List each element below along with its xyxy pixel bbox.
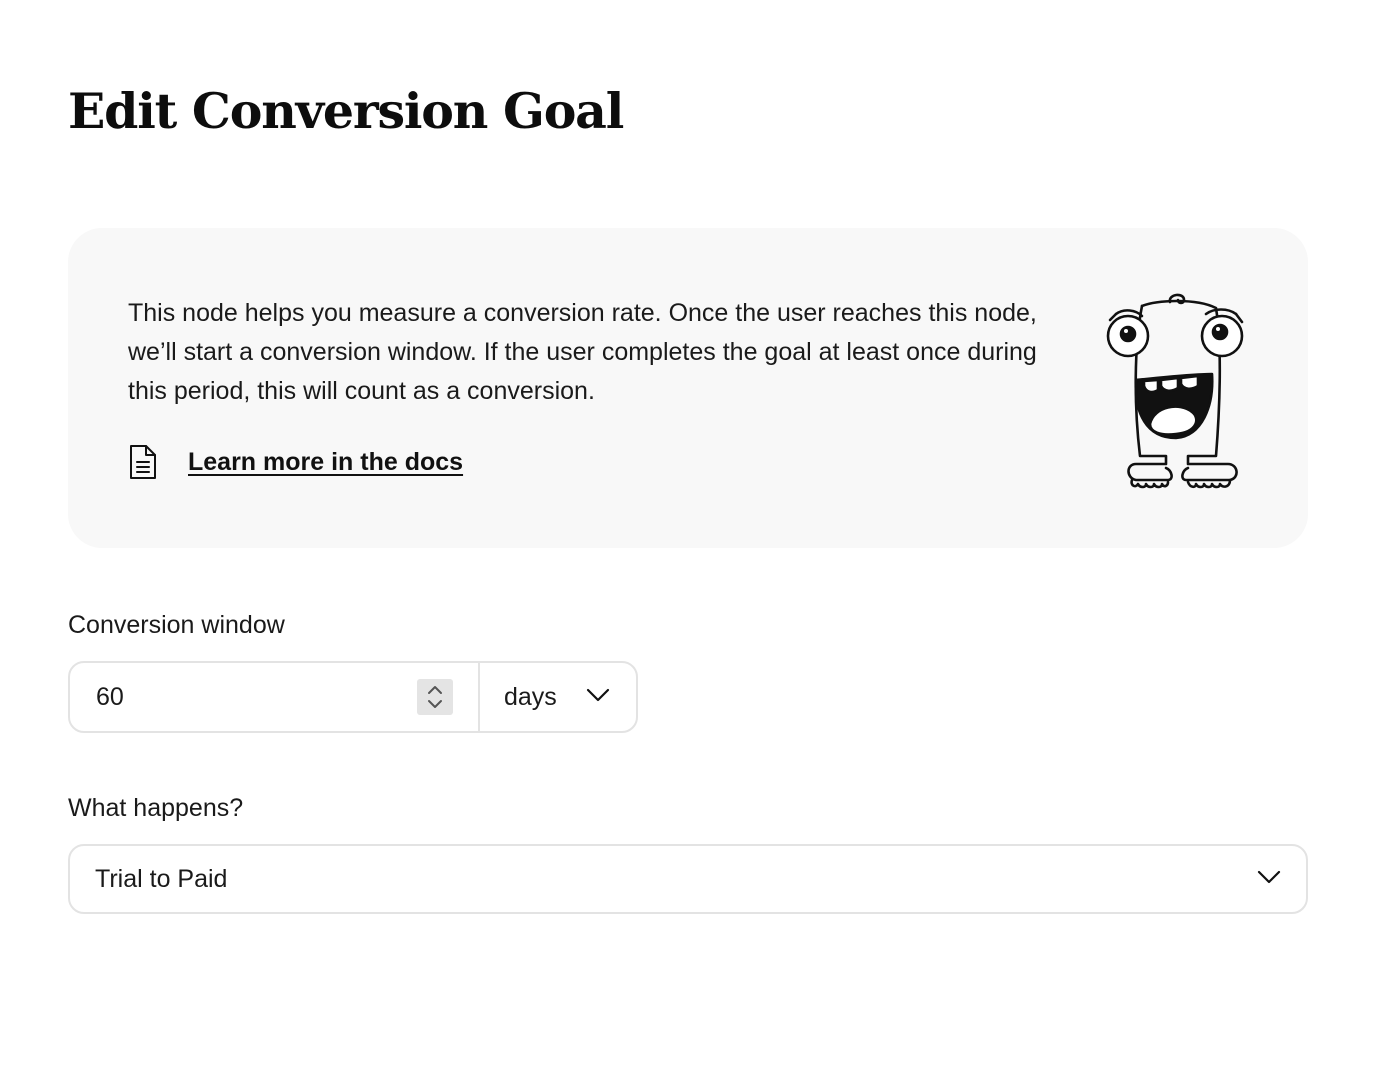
what-happens-label: What happens? [68,794,244,822]
monster-mascot-illustration [1106,286,1252,492]
conversion-window-control: 60 days [68,661,638,733]
info-description: This node helps you measure a conversion… [128,299,1037,405]
edit-conversion-goal-page: Edit Conversion Goal This node helps you… [0,0,1384,1078]
chevron-down-icon [586,687,610,708]
info-card: This node helps you measure a conversion… [68,228,1308,548]
stepper-arrows-icon[interactable] [417,679,453,715]
conversion-window-unit: days [504,683,557,711]
document-icon [128,442,168,482]
chevron-down-icon [1257,869,1281,890]
conversion-window-unit-select[interactable]: days [480,663,636,731]
what-happens-selected-value: Trial to Paid [95,865,228,893]
page-title: Edit Conversion Goal [68,82,624,140]
docs-link-label[interactable]: Learn more in the docs [188,448,463,477]
docs-link[interactable]: Learn more in the docs [128,440,463,484]
conversion-window-number-input[interactable]: 60 [70,663,480,731]
conversion-window-value[interactable]: 60 [96,681,124,713]
conversion-window-label: Conversion window [68,611,285,639]
what-happens-select[interactable]: Trial to Paid [68,844,1308,914]
